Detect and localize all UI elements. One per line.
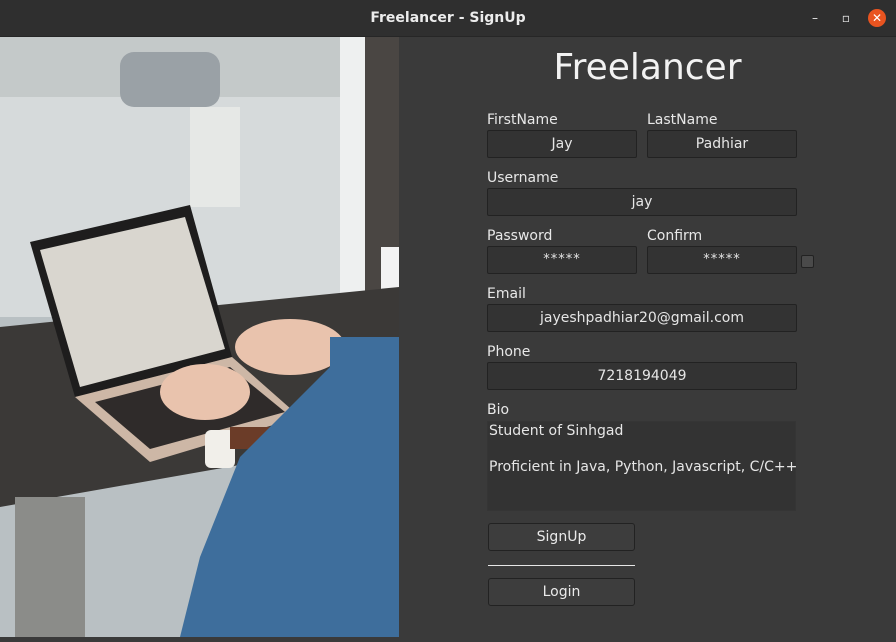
signup-form-panel: Freelancer FirstName LastName Jay Padhia… [399, 37, 896, 637]
email-input[interactable]: jayeshpadhiar20@gmail.com [487, 304, 797, 332]
laptop-photo [0, 37, 399, 637]
password-label: Password [487, 228, 553, 244]
maximize-button[interactable]: ▫ [837, 9, 855, 27]
title-bar: Freelancer - SignUp – ▫ ✕ [0, 0, 896, 37]
phone-label: Phone [487, 344, 531, 360]
bio-textarea[interactable]: Student of Sinhgad Proficient in Java, P… [487, 421, 798, 511]
password-input[interactable]: ***** [487, 246, 637, 274]
login-button[interactable]: Login [488, 578, 635, 606]
username-label: Username [487, 170, 559, 186]
lastname-input[interactable]: Padhiar [647, 130, 797, 158]
phone-input[interactable]: 7218194049 [487, 362, 797, 390]
firstname-input[interactable]: Jay [487, 130, 637, 158]
divider [488, 565, 635, 566]
close-button[interactable]: ✕ [868, 9, 886, 27]
firstname-label: FirstName [487, 112, 558, 128]
confirm-password-input[interactable]: ***** [647, 246, 797, 274]
signup-button[interactable]: SignUp [488, 523, 635, 551]
confirm-label: Confirm [647, 228, 703, 244]
show-password-checkbox[interactable] [801, 255, 814, 268]
bio-line: Student of Sinhgad [489, 423, 624, 439]
window-title: Freelancer - SignUp [370, 10, 526, 26]
minimize-button[interactable]: – [806, 9, 824, 27]
app-title: Freelancer [553, 47, 742, 88]
signup-window: Freelancer - SignUp – ▫ ✕ Freelancer Fir… [0, 0, 896, 642]
email-label: Email [487, 286, 526, 302]
username-input[interactable]: jay [487, 188, 797, 216]
lastname-label: LastName [647, 112, 718, 128]
bio-label: Bio [487, 402, 510, 418]
bio-line [489, 440, 794, 458]
bio-line: Proficient in Java, Python, Javascript, … [489, 459, 798, 475]
